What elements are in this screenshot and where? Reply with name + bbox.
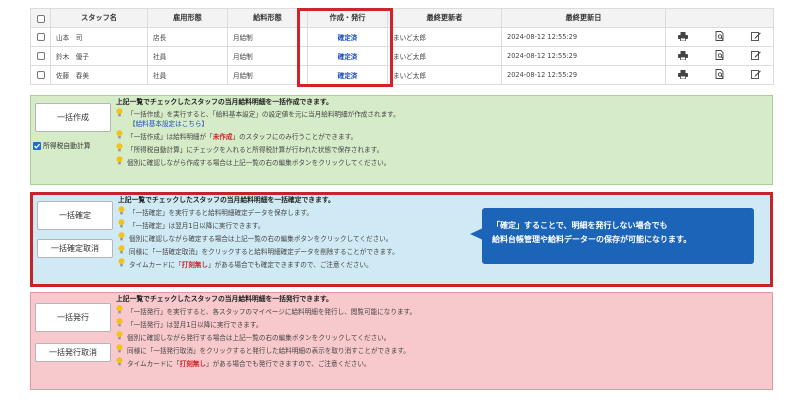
- bulk-issue-cancel-button[interactable]: 一括発行取消: [35, 343, 111, 362]
- create-panel-line: 「所得税自動計算」にチェックを入れると所得税計算が行われた状態で保存されます。: [116, 143, 400, 156]
- lightbulb-icon: [118, 258, 125, 272]
- printer-icon[interactable]: [678, 50, 689, 62]
- status-badge: 確定済: [307, 65, 388, 85]
- issue-panel-line: 「一括発行」を実行すると、各スタッフのマイページに給料明細を発行し、閲覧可能にな…: [116, 305, 416, 318]
- updater: まいど太郎: [387, 65, 502, 85]
- confirm-panel-title: 上記一覧でチェックしたスタッフの当月給料明細を一括確定できます。: [118, 196, 335, 204]
- document-search-icon[interactable]: [715, 31, 725, 43]
- row-actions: [665, 65, 774, 85]
- row-checkbox[interactable]: [36, 71, 45, 79]
- confirm-panel-line: 同様に「一括確定取消」をクリックすると給料明細確定データを削除することができます…: [118, 245, 399, 258]
- select-all-checkbox[interactable]: [36, 14, 45, 23]
- status-badge: 確定済: [307, 46, 388, 66]
- row-checkbox-cell[interactable]: [30, 27, 51, 47]
- bulk-issue-button[interactable]: 一括発行: [35, 303, 111, 332]
- lightbulb-icon: [118, 232, 125, 246]
- confirm-panel-line: 「一括確定」を実行すると給料明細確定データを保存します。: [118, 206, 399, 219]
- edit-icon[interactable]: [750, 31, 761, 43]
- table-row: 鈴木 優子 社員 月給制 確定済 まいど太郎 2024-08-12 12:55:…: [30, 46, 774, 66]
- edit-icon[interactable]: [750, 69, 761, 81]
- confirm-panel-line: 個別に確認しながら確定する場合は上記一覧の右の編集ボタンをクリックしてください。: [118, 232, 399, 245]
- lightbulb-icon: [118, 219, 125, 233]
- printer-icon[interactable]: [678, 69, 689, 81]
- staff-name: 佐藤 春美: [50, 65, 148, 85]
- create-panel-line: 個別に確認しながら作成する場合は上記一覧の右の編集ボタンをクリックしてください。: [116, 156, 400, 169]
- bulk-create-button[interactable]: 一括作成: [35, 103, 111, 132]
- edit-icon[interactable]: [750, 50, 761, 62]
- lightbulb-icon: [118, 245, 125, 259]
- confirm-panel-line: 「一括確定」は翌月1日以降に実行できます。: [118, 219, 399, 232]
- table-header-row: スタッフ名 雇用形態 給料形態 作成・発行 最終更新者 最終更新日: [30, 8, 774, 28]
- callout-line: 給料台帳管理や給料データーの保存が可能になります。: [492, 235, 692, 244]
- table-row: 佐藤 春美 社員 月給制 確定済 まいど太郎 2024-08-12 12:55:…: [30, 65, 774, 85]
- col-header-actions: [665, 8, 774, 28]
- staff-name: 鈴木 優子: [50, 46, 148, 66]
- updated-at: 2024-08-12 12:55:29: [501, 27, 666, 47]
- basic-settings-link[interactable]: 【給料基本設定はこちら】: [116, 119, 400, 130]
- lightbulb-icon: [116, 331, 123, 345]
- table-row: 山本 司 店長 月給制 確定済 まいど太郎 2024-08-12 12:55:2…: [30, 27, 774, 47]
- row-actions: [665, 27, 774, 47]
- checkbox-checked-icon[interactable]: [33, 142, 41, 150]
- lightbulb-icon: [118, 206, 125, 220]
- bulk-confirm-cancel-button[interactable]: 一括確定取消: [37, 239, 113, 258]
- bulk-confirm-button[interactable]: 一括確定: [37, 201, 113, 230]
- employment-type: 社員: [147, 46, 228, 66]
- lightbulb-icon: [116, 108, 123, 121]
- updater: まいど太郎: [387, 27, 502, 47]
- row-checkbox-cell[interactable]: [30, 65, 51, 85]
- create-panel-title: 上記一覧でチェックしたスタッフの当月給料明細を一括作成できます。: [116, 98, 333, 106]
- lightbulb-icon: [116, 156, 123, 170]
- col-header-updated-at: 最終更新日: [501, 8, 666, 28]
- select-all-cell[interactable]: [30, 8, 51, 28]
- bulk-issue-panel: 一括発行 一括発行取消 上記一覧でチェックしたスタッフの当月給料明細を一括発行で…: [30, 292, 773, 390]
- col-header-status: 作成・発行: [307, 8, 388, 28]
- row-checkbox-cell[interactable]: [30, 46, 51, 66]
- salary-type: 月給制: [227, 27, 308, 47]
- row-checkbox[interactable]: [36, 52, 45, 60]
- updated-at: 2024-08-12 12:55:29: [501, 65, 666, 85]
- col-header-updater: 最終更新者: [387, 8, 502, 28]
- lightbulb-icon: [116, 305, 123, 319]
- status-badge: 確定済: [307, 27, 388, 47]
- printer-icon[interactable]: [678, 31, 689, 43]
- employment-type: 店長: [147, 27, 228, 47]
- lightbulb-icon: [116, 130, 123, 144]
- row-actions: [665, 46, 774, 66]
- issue-panel-line: タイムカードに「打刻無し」がある場合でも発行できますので、ご注意ください。: [116, 357, 416, 370]
- auto-tax-label: 所得税自動計算: [43, 142, 91, 150]
- salary-type: 月給制: [227, 46, 308, 66]
- staff-name: 山本 司: [50, 27, 148, 47]
- info-callout: 「確定」することで、明細を発行しない場合でも 給料台帳管理や給料データーの保存が…: [482, 208, 754, 264]
- salary-type: 月給制: [227, 65, 308, 85]
- create-panel-line: 「一括作成」は給料明細が「未作成」のスタッフにのみ行うことができます。: [116, 130, 400, 143]
- lightbulb-icon: [116, 318, 123, 332]
- issue-panel-line: 「一括発行」は翌月1日以降に実行できます。: [116, 318, 416, 331]
- lightbulb-icon: [116, 143, 123, 157]
- lightbulb-icon: [116, 344, 123, 358]
- employment-type: 社員: [147, 65, 228, 85]
- col-header-staff-name: スタッフ名: [50, 8, 148, 28]
- row-checkbox[interactable]: [36, 33, 45, 41]
- callout-line: 「確定」することで、明細を発行しない場合でも: [492, 221, 668, 230]
- bulk-create-panel: 一括作成 所得税自動計算 上記一覧でチェックしたスタッフの当月給料明細を一括作成…: [30, 95, 773, 185]
- updater: まいど太郎: [387, 46, 502, 66]
- issue-panel-line: 同様に「一括発行取消」をクリックすると発行した給料明細の表示を取り消すことができ…: [116, 344, 416, 357]
- document-search-icon[interactable]: [715, 69, 725, 81]
- auto-tax-checkbox[interactable]: 所得税自動計算: [33, 140, 91, 150]
- updated-at: 2024-08-12 12:55:29: [501, 46, 666, 66]
- staff-table: スタッフ名 雇用形態 給料形態 作成・発行 最終更新者 最終更新日 山本 司 店…: [30, 8, 774, 85]
- col-header-employment: 雇用形態: [147, 8, 228, 28]
- confirm-panel-line: タイムカードに「打刻無し」がある場合でも確定できますので、ご注意ください。: [118, 258, 399, 271]
- document-search-icon[interactable]: [715, 50, 725, 62]
- issue-panel-line: 個別に確認しながら発行する場合は上記一覧の右の編集ボタンをクリックしてください。: [116, 331, 416, 344]
- issue-panel-title: 上記一覧でチェックしたスタッフの当月給料明細を一括発行できます。: [116, 295, 333, 303]
- lightbulb-icon: [116, 357, 123, 371]
- col-header-salary-type: 給料形態: [227, 8, 308, 28]
- create-panel-line: 「一括作成」を実行すると、「給料基本設定」の設定値を元に当月給料明細が作成されま…: [116, 108, 400, 119]
